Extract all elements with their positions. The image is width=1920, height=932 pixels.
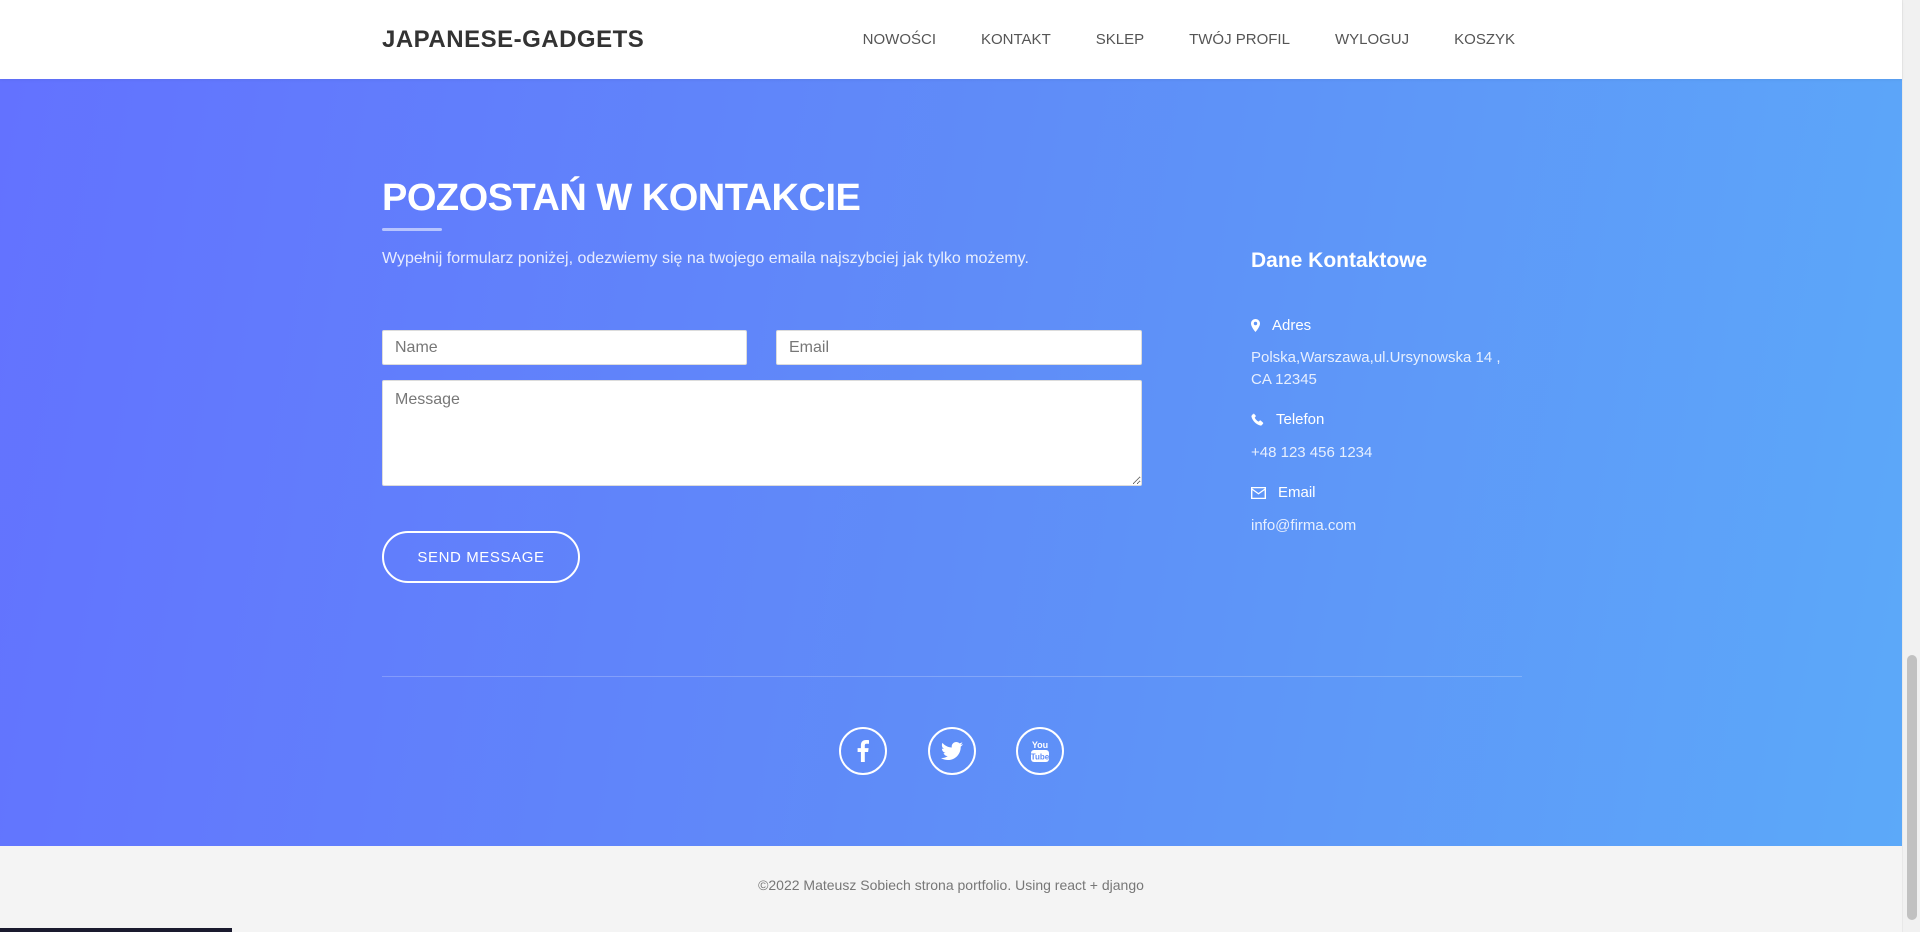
title-underline [382,228,442,231]
copyright-text: ©2022 Mateusz Sobiech strona portfolio. … [758,877,1144,893]
nav-link-koszyk[interactable]: KOSZYK [1454,31,1515,48]
youtube-icon[interactable]: You Tube [1016,727,1064,775]
nav-link-twoj-profil[interactable]: TWÓJ PROFIL [1189,31,1290,48]
message-textarea[interactable] [382,380,1142,486]
nav-link-wyloguj[interactable]: WYLOGUJ [1335,31,1409,48]
email-label: Email [1278,484,1316,501]
email-row: Email [1251,484,1316,501]
phone-icon [1251,413,1264,426]
svg-text:Tube: Tube [1031,753,1050,762]
nav-link-kontakt[interactable]: KONTAKT [981,31,1051,48]
page-footer: ©2022 Mateusz Sobiech strona portfolio. … [0,846,1902,932]
nav-link-nowosci[interactable]: NOWOŚCI [863,31,936,48]
address-row: Adres [1251,317,1311,334]
svg-text:You: You [1032,740,1048,750]
section-divider [382,676,1522,677]
contact-section: POZOSTAŃ W KONTAKCIE Wypełnij formularz … [0,79,1902,846]
email-value[interactable]: info@firma.com [1251,515,1356,537]
twitter-icon[interactable] [928,727,976,775]
address-label: Adres [1272,317,1312,334]
address-value: Polska,Warszawa,ul.Ursynowska 14 , CA 12… [1251,349,1501,388]
main-nav: NOWOŚCI KONTAKT SKLEP TWÓJ PROFIL WYLOGU… [863,31,1515,48]
contact-info-title: Dane Kontaktowe [1251,249,1428,272]
envelope-icon [1251,486,1266,499]
page-scrollbar[interactable] [1902,0,1920,932]
send-message-button[interactable]: SEND MESSAGE [382,531,580,583]
contact-lead-text: Wypełnij formularz poniżej, odezwiemy si… [382,250,1029,267]
nav-link-sklep[interactable]: SKLEP [1096,31,1144,48]
section-title: POZOSTAŃ W KONTAKCIE [382,177,861,219]
navbar: JAPANESE-GADGETS NOWOŚCI KONTAKT SKLEP T… [0,0,1902,79]
taskbar-fragment [0,928,232,932]
scrollbar-thumb[interactable] [1907,655,1917,920]
phone-label: Telefon [1276,411,1325,428]
brand-logo[interactable]: JAPANESE-GADGETS [382,26,644,54]
phone-value: +48 123 456 1234 [1251,444,1373,461]
phone-row: Telefon [1251,411,1324,428]
name-input[interactable] [382,330,747,365]
email-input[interactable] [776,330,1142,365]
map-marker-icon [1251,319,1260,332]
facebook-icon[interactable] [839,727,887,775]
